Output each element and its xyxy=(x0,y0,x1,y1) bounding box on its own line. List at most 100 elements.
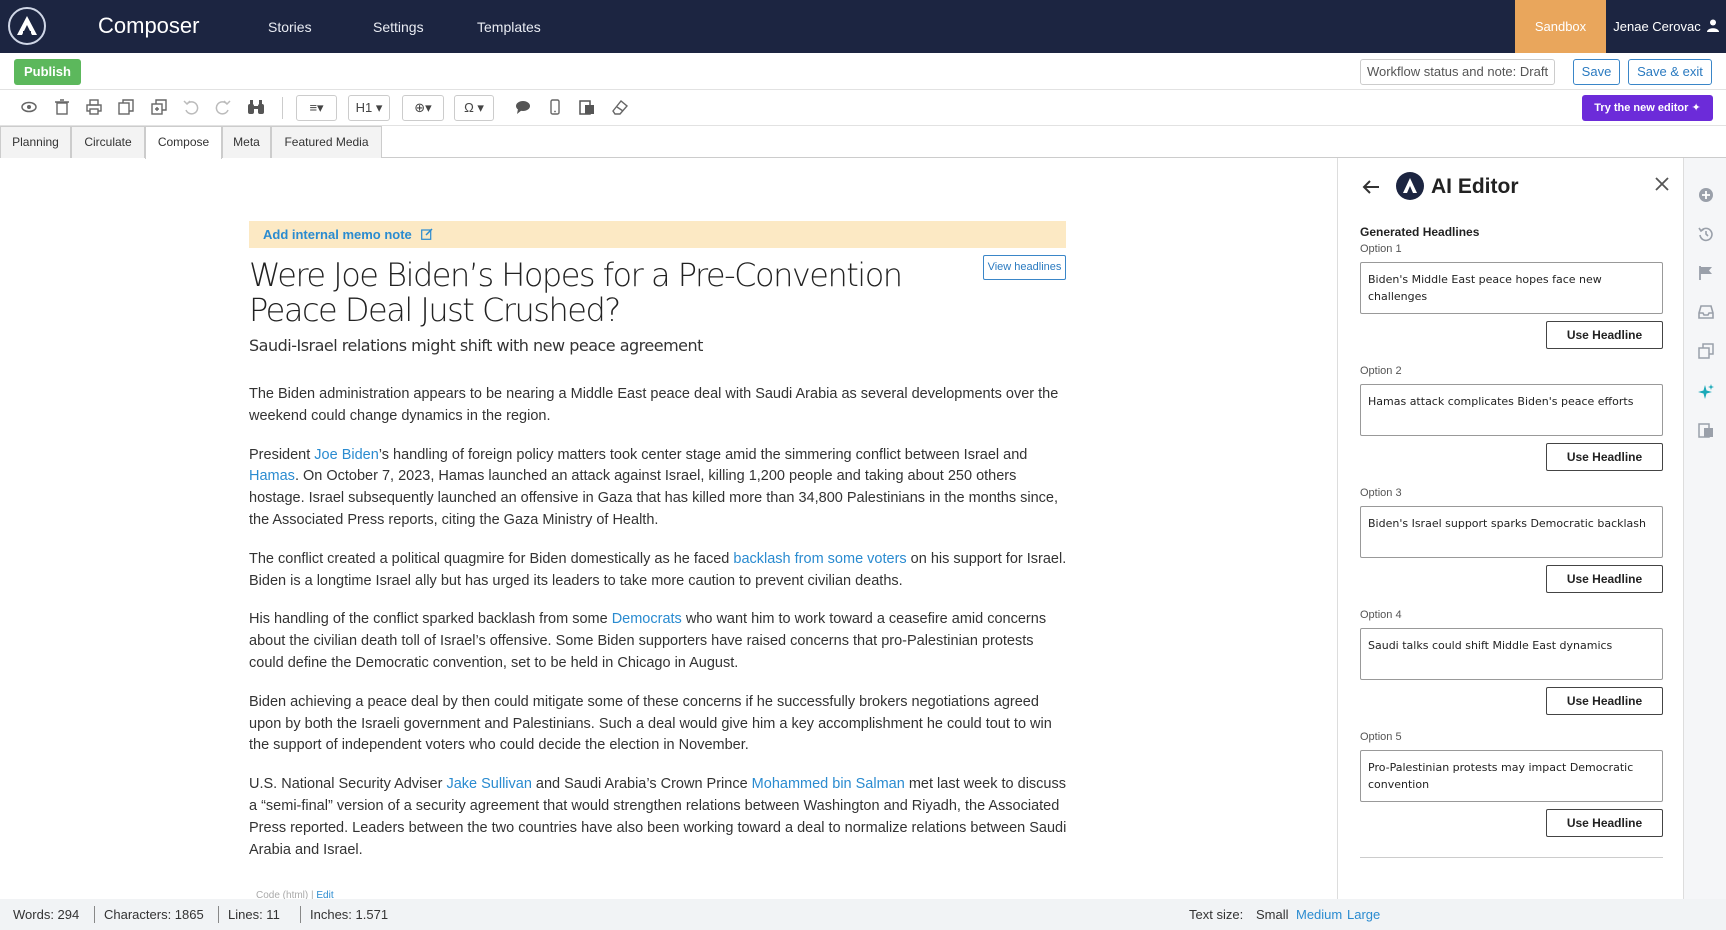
status-divider xyxy=(94,906,95,923)
ai-editor-logo-icon xyxy=(1396,172,1424,200)
inline-link[interactable]: Democrats xyxy=(612,611,682,627)
story-tabs: Planning Circulate Compose Meta Featured… xyxy=(0,126,1726,159)
align-dropdown[interactable]: ≡▾ xyxy=(296,95,337,121)
line-count: Lines: 11 xyxy=(228,907,280,922)
user-menu[interactable]: Jenae Cerovac xyxy=(1606,0,1726,53)
toolbar-divider xyxy=(282,97,283,119)
redo-icon[interactable] xyxy=(214,99,232,117)
copy-icon[interactable] xyxy=(1697,343,1715,361)
option-label: Option 5 xyxy=(1360,731,1402,743)
environment-badge: Sandbox xyxy=(1515,0,1606,53)
copy-icon[interactable] xyxy=(117,99,135,117)
preview-icon[interactable] xyxy=(20,99,38,117)
embed-dropdown[interactable]: ⊕▾ xyxy=(402,95,444,121)
tab-featured-media[interactable]: Featured Media xyxy=(271,126,382,158)
editor-toolbar: ≡▾ H1 ▾ ⊕▾ Ω ▾ Try the new editor ✦ xyxy=(0,90,1726,126)
action-bar: Publish Workflow status and note: Draft … xyxy=(0,53,1726,90)
paragraph: His handling of the conflict sparked bac… xyxy=(249,611,1047,671)
option-label: Option 3 xyxy=(1360,487,1402,499)
code-block-note: Code (html) | Edit xyxy=(256,890,334,899)
add-memo-note-button[interactable]: Add internal memo note xyxy=(249,221,1066,248)
status-divider xyxy=(300,906,301,923)
character-count: Characters: 1865 xyxy=(104,907,204,922)
use-headline-button[interactable]: Use Headline xyxy=(1546,443,1663,471)
headline-option-field[interactable]: Biden's Middle East peace hopes face new… xyxy=(1360,262,1663,314)
nav-templates[interactable]: Templates xyxy=(477,19,541,35)
option-label: Option 1 xyxy=(1360,243,1402,255)
tab-planning[interactable]: Planning xyxy=(0,126,71,158)
option-label: Option 4 xyxy=(1360,609,1402,621)
find-replace-icon[interactable] xyxy=(247,99,265,117)
use-headline-button[interactable]: Use Headline xyxy=(1546,565,1663,593)
history-icon[interactable] xyxy=(1697,226,1715,244)
ai-sparkle-icon[interactable] xyxy=(1697,383,1715,401)
inline-link[interactable]: Joe Biden xyxy=(314,447,379,463)
use-headline-button[interactable]: Use Headline xyxy=(1546,321,1663,349)
heading-dropdown[interactable]: H1 ▾ xyxy=(348,95,390,121)
paste-icon[interactable] xyxy=(578,99,596,117)
flag-icon[interactable] xyxy=(1697,265,1715,283)
paragraph: President Joe Biden’s handling of foreig… xyxy=(249,446,1059,528)
publish-button[interactable]: Publish xyxy=(14,59,81,85)
back-arrow-icon[interactable] xyxy=(1362,178,1380,201)
inline-link[interactable]: Mohammed bin Salman xyxy=(752,776,905,792)
try-new-editor-button[interactable]: Try the new editor ✦ xyxy=(1582,95,1713,121)
app-logo-icon[interactable] xyxy=(8,7,46,45)
headline-option-field[interactable]: Saudi talks could shift Middle East dyna… xyxy=(1360,628,1663,680)
headline-option-field[interactable]: Biden's Israel support sparks Democratic… xyxy=(1360,506,1663,558)
text-size-small[interactable]: Small xyxy=(1256,907,1289,922)
comment-icon[interactable] xyxy=(514,99,532,117)
paragraph: U.S. National Security Adviser Jake Sull… xyxy=(249,776,1067,858)
nav-settings[interactable]: Settings xyxy=(373,19,424,35)
special-character-dropdown[interactable]: Ω ▾ xyxy=(454,95,494,121)
text-size-large[interactable]: Large xyxy=(1347,907,1380,922)
code-edit-link[interactable]: Edit xyxy=(316,890,333,899)
option-label: Option 2 xyxy=(1360,365,1402,377)
eraser-icon[interactable] xyxy=(611,99,629,117)
save-exit-button[interactable]: Save & exit xyxy=(1628,59,1712,85)
edit-icon xyxy=(421,222,433,249)
view-headlines-button[interactable]: View headlines xyxy=(983,255,1066,280)
user-name: Jenae Cerovac xyxy=(1613,19,1701,34)
top-nav: Composer Stories Settings Templates Sand… xyxy=(0,0,1726,53)
workflow-status-button[interactable]: Workflow status and note: Draft xyxy=(1360,59,1555,85)
ai-editor-panel: AI Editor Generated Headlines Option 1 B… xyxy=(1337,158,1683,899)
mobile-preview-icon[interactable] xyxy=(546,99,564,117)
app-title: Composer xyxy=(98,13,200,38)
undo-icon[interactable] xyxy=(182,99,200,117)
save-button[interactable]: Save xyxy=(1573,59,1620,85)
status-bar: Words: 294 Characters: 1865 Lines: 11 In… xyxy=(0,899,1726,930)
text-size-label: Text size: xyxy=(1189,907,1244,922)
text-size-medium[interactable]: Medium xyxy=(1296,907,1342,922)
print-icon[interactable] xyxy=(85,99,103,117)
right-rail xyxy=(1683,158,1726,899)
inline-link[interactable]: Hamas xyxy=(249,468,295,484)
editor-canvas[interactable]: Add internal memo note View headlines We… xyxy=(0,158,1337,899)
trash-icon[interactable] xyxy=(53,99,71,117)
duplicate-icon[interactable] xyxy=(150,99,168,117)
word-count: Words: 294 xyxy=(13,907,80,922)
article-subheadline[interactable]: Saudi-Israel relations might shift with … xyxy=(249,336,969,355)
panel-divider xyxy=(1360,857,1663,858)
ai-editor-title: AI Editor xyxy=(1431,175,1519,198)
headline-option-field[interactable]: Hamas attack complicates Biden's peace e… xyxy=(1360,384,1663,436)
article-headline[interactable]: Were Joe Biden’s Hopes for a Pre-Convent… xyxy=(249,258,969,328)
add-circle-icon[interactable] xyxy=(1697,187,1715,205)
article-body[interactable]: The Biden administration appears to be n… xyxy=(249,384,1067,878)
inline-link[interactable]: backlash from some voters xyxy=(733,551,906,567)
close-icon[interactable] xyxy=(1655,174,1669,197)
paragraph: The conflict created a political quagmir… xyxy=(249,550,1067,589)
user-icon xyxy=(1706,19,1719,35)
inbox-icon[interactable] xyxy=(1697,304,1715,322)
status-divider xyxy=(218,906,219,923)
paste-icon[interactable] xyxy=(1697,422,1715,440)
headline-option-field[interactable]: Pro-Palestinian protests may impact Demo… xyxy=(1360,750,1663,802)
inline-link[interactable]: Jake Sullivan xyxy=(446,776,531,792)
use-headline-button[interactable]: Use Headline xyxy=(1546,687,1663,715)
use-headline-button[interactable]: Use Headline xyxy=(1546,809,1663,837)
generated-headlines-heading: Generated Headlines xyxy=(1360,225,1480,239)
tab-circulate[interactable]: Circulate xyxy=(71,126,145,158)
tab-compose[interactable]: Compose xyxy=(145,126,222,159)
tab-meta[interactable]: Meta xyxy=(222,126,271,158)
nav-stories[interactable]: Stories xyxy=(268,19,312,35)
